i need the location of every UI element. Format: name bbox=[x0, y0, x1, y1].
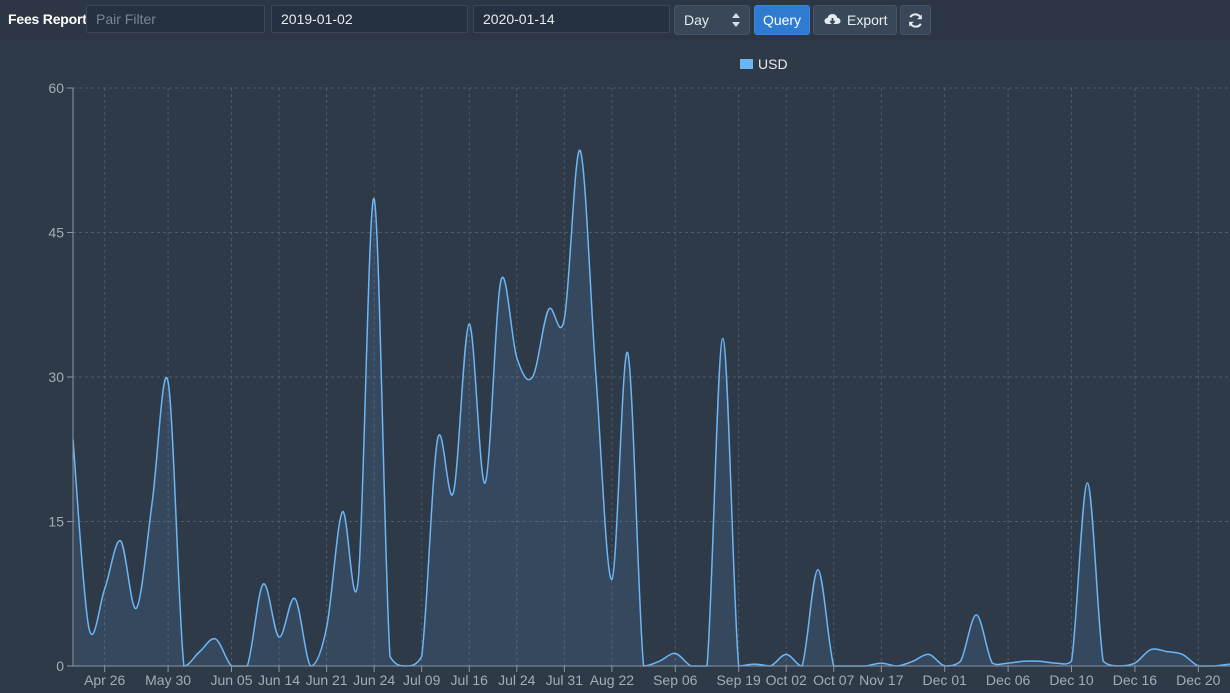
data-point-usd[interactable] bbox=[435, 437, 440, 442]
x-tick-label: Sep 06 bbox=[653, 672, 698, 688]
x-tick-label: Dec 16 bbox=[1113, 672, 1158, 688]
series-area-usd bbox=[73, 150, 1230, 666]
data-point-usd[interactable] bbox=[356, 577, 361, 582]
x-tick-label: Jun 05 bbox=[210, 672, 252, 688]
data-point-usd[interactable] bbox=[926, 652, 931, 657]
x-tick-label: Apr 26 bbox=[84, 672, 125, 688]
x-tick-label: Oct 02 bbox=[766, 672, 807, 688]
x-tick-label: Jun 21 bbox=[306, 672, 348, 688]
chart-series-layer bbox=[72, 148, 1230, 667]
data-point-usd[interactable] bbox=[879, 661, 884, 666]
data-point-usd[interactable] bbox=[118, 538, 123, 543]
data-point-usd[interactable] bbox=[1006, 661, 1011, 666]
data-point-usd[interactable] bbox=[150, 500, 155, 505]
x-tick-label: Nov 17 bbox=[859, 672, 904, 688]
data-point-usd[interactable] bbox=[958, 659, 963, 664]
series-line-usd bbox=[72, 149, 1230, 667]
data-point-usd[interactable] bbox=[213, 637, 218, 642]
data-point-usd[interactable] bbox=[1101, 659, 1106, 664]
data-point-usd[interactable] bbox=[546, 307, 551, 312]
data-point-usd[interactable] bbox=[1022, 659, 1027, 664]
data-point-usd[interactable] bbox=[1180, 652, 1185, 657]
y-tick-label: 60 bbox=[48, 80, 64, 96]
data-point-usd[interactable] bbox=[498, 278, 503, 283]
x-tick-label: Jul 16 bbox=[451, 672, 489, 688]
data-point-usd[interactable] bbox=[625, 350, 630, 355]
data-point-usd[interactable] bbox=[1037, 659, 1042, 664]
data-point-usd[interactable] bbox=[911, 659, 916, 664]
y-tick-label: 45 bbox=[48, 225, 64, 241]
data-point-usd[interactable] bbox=[261, 582, 266, 587]
data-point-usd[interactable] bbox=[419, 654, 424, 659]
fees-area-chart: 0 15 30 45 60 Apr 26 May 30 Jun 05 Jun 14 Jun 21 J… bbox=[48, 80, 1230, 688]
data-point-usd[interactable] bbox=[483, 481, 488, 486]
data-point-usd[interactable] bbox=[784, 652, 789, 657]
data-point-usd[interactable] bbox=[974, 612, 979, 617]
data-point-usd[interactable] bbox=[134, 606, 139, 611]
x-tick-label: Aug 22 bbox=[590, 672, 635, 688]
data-point-usd[interactable] bbox=[86, 625, 91, 630]
x-tick-label: Dec 06 bbox=[986, 672, 1031, 688]
data-point-usd[interactable] bbox=[514, 355, 519, 360]
y-tick-label: 0 bbox=[56, 658, 64, 674]
data-point-usd[interactable] bbox=[467, 322, 472, 327]
data-point-usd[interactable] bbox=[451, 490, 456, 495]
data-point-usd[interactable] bbox=[1148, 647, 1153, 652]
x-tick-label: Dec 10 bbox=[1049, 672, 1094, 688]
x-tick-label: May 30 bbox=[145, 672, 191, 688]
data-point-usd[interactable] bbox=[720, 336, 725, 341]
data-point-usd[interactable] bbox=[530, 375, 535, 380]
data-point-usd[interactable] bbox=[562, 317, 567, 322]
data-point-usd[interactable] bbox=[388, 654, 393, 659]
data-point-usd[interactable] bbox=[578, 148, 583, 153]
x-tick-label: Jul 31 bbox=[546, 672, 584, 688]
data-point-usd[interactable] bbox=[166, 379, 171, 384]
data-point-usd[interactable] bbox=[990, 661, 995, 666]
data-point-usd[interactable] bbox=[815, 567, 820, 572]
data-point-usd[interactable] bbox=[1132, 661, 1137, 666]
data-point-usd[interactable] bbox=[292, 596, 297, 601]
x-tick-label: Jul 24 bbox=[498, 672, 536, 688]
x-tick-label: Dec 20 bbox=[1176, 672, 1221, 688]
x-tick-label: Sep 19 bbox=[716, 672, 761, 688]
data-point-usd[interactable] bbox=[1085, 481, 1090, 486]
data-point-usd[interactable] bbox=[102, 586, 107, 591]
y-tick-label: 15 bbox=[48, 514, 64, 530]
data-point-usd[interactable] bbox=[609, 577, 614, 582]
data-point-usd[interactable] bbox=[1164, 649, 1169, 654]
data-point-usd[interactable] bbox=[1053, 661, 1058, 666]
data-point-usd[interactable] bbox=[1069, 659, 1074, 664]
data-point-usd[interactable] bbox=[340, 509, 345, 514]
data-point-usd[interactable] bbox=[277, 635, 282, 640]
data-point-usd[interactable] bbox=[657, 659, 662, 664]
y-tick-label: 30 bbox=[48, 369, 64, 385]
data-point-usd[interactable] bbox=[372, 196, 377, 201]
x-tick-label: Oct 07 bbox=[813, 672, 854, 688]
data-point-usd[interactable] bbox=[197, 649, 202, 654]
x-tick-label: Jun 24 bbox=[353, 672, 395, 688]
data-point-usd[interactable] bbox=[594, 375, 599, 380]
x-tick-label: Jun 14 bbox=[258, 672, 300, 688]
x-tick-label: Jul 09 bbox=[403, 672, 441, 688]
data-point-usd[interactable] bbox=[673, 651, 678, 656]
chart-grid bbox=[73, 87, 1230, 667]
data-point-usd[interactable] bbox=[324, 625, 329, 630]
x-tick-label: Dec 01 bbox=[923, 672, 968, 688]
